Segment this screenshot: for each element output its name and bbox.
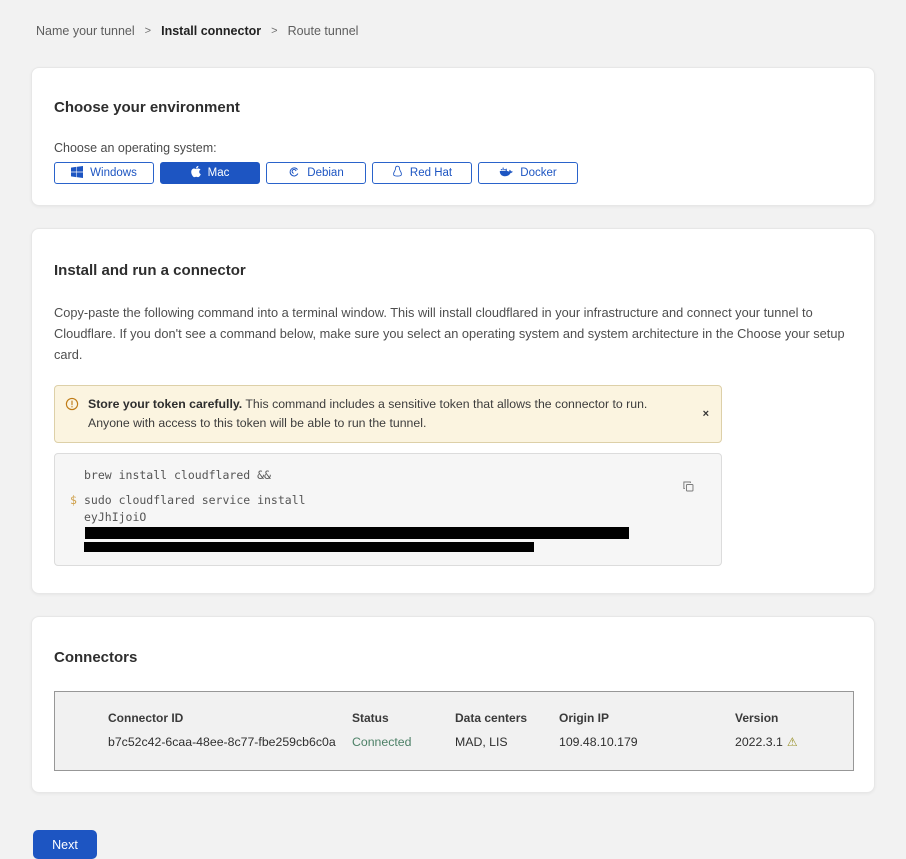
breadcrumb-install-connector[interactable]: Install connector [161,24,261,38]
token-redaction-bar [85,527,629,539]
debian-logo-icon [288,166,300,181]
windows-logo-icon [71,166,83,181]
page-content: Choose your environment Choose an operat… [31,67,875,793]
cell-connector-id: b7c52c42-6caa-48ee-8c77-fbe259cb6c0a [108,735,352,749]
breadcrumb-separator: > [271,25,277,37]
install-connector-title: Install and run a connector [54,262,852,279]
connectors-table-header: Connector ID Status Data centers Origin … [55,711,853,725]
connectors-title: Connectors [54,649,852,666]
breadcrumb-route-tunnel[interactable]: Route tunnel [288,24,359,38]
code-line-token: eyJhIjoiO [84,509,677,542]
os-button-label: Red Hat [410,167,452,179]
token-warning-banner: Store your token carefully. This command… [54,385,722,443]
col-data-centers: Data centers [455,711,559,725]
token-redaction-bar [84,542,534,552]
col-origin-ip: Origin IP [559,711,735,725]
code-command-row: $ sudo cloudflared service install eyJhI… [70,492,677,552]
version-value: 2022.3.1 [735,735,783,749]
alert-circle-icon [65,397,79,433]
os-button-mac[interactable]: Mac [160,162,260,184]
col-status: Status [352,711,455,725]
next-button[interactable]: Next [33,830,97,859]
breadcrumb-name-your-tunnel[interactable]: Name your tunnel [36,24,135,38]
apple-logo-icon [191,165,201,181]
connectors-table: Connector ID Status Data centers Origin … [54,691,854,771]
status-badge: Connected [352,735,455,749]
table-row: b7c52c42-6caa-48ee-8c77-fbe259cb6c0a Con… [55,735,853,749]
token-prefix: eyJhIjoiO [84,510,146,524]
choose-environment-title: Choose your environment [54,99,852,116]
redhat-tux-icon [392,165,403,181]
os-button-group: Windows Mac Debian [54,162,852,184]
col-version: Version [735,711,853,725]
install-connector-card: Install and run a connector Copy-paste t… [31,228,875,594]
close-icon[interactable]: × [703,408,709,420]
os-button-label: Docker [520,167,556,179]
token-warning-title: Store your token carefully. [88,397,242,411]
copy-icon[interactable] [682,480,695,496]
col-connector-id: Connector ID [108,711,352,725]
os-button-docker[interactable]: Docker [478,162,578,184]
cell-data-centers: MAD, LIS [455,735,559,749]
os-button-label: Windows [90,167,137,179]
install-description: Copy-paste the following command into a … [54,302,849,365]
cell-version: 2022.3.1 ⚠ [735,735,853,749]
choose-environment-card: Choose your environment Choose an operat… [31,67,875,206]
code-command: sudo cloudflared service install eyJhIjo… [84,492,677,552]
os-button-debian[interactable]: Debian [266,162,366,184]
install-command-code-block: brew install cloudflared && $ sudo cloud… [54,453,722,566]
os-button-redhat[interactable]: Red Hat [372,162,472,184]
code-line-brew: brew install cloudflared && [84,467,677,484]
shell-prompt: $ [70,492,84,552]
token-warning-text: Store your token carefully. This command… [88,395,681,433]
cell-origin-ip: 109.48.10.179 [559,735,735,749]
os-button-label: Debian [307,167,343,179]
code-line-sudo: sudo cloudflared service install [84,492,677,509]
os-button-windows[interactable]: Windows [54,162,154,184]
os-select-label: Choose an operating system: [54,141,852,155]
docker-whale-icon [499,166,513,180]
version-warning-icon: ⚠ [787,735,798,749]
os-button-label: Mac [208,167,230,179]
breadcrumb: Name your tunnel > Install connector > R… [0,0,906,38]
connectors-card: Connectors Connector ID Status Data cent… [31,616,875,793]
breadcrumb-separator: > [145,25,151,37]
